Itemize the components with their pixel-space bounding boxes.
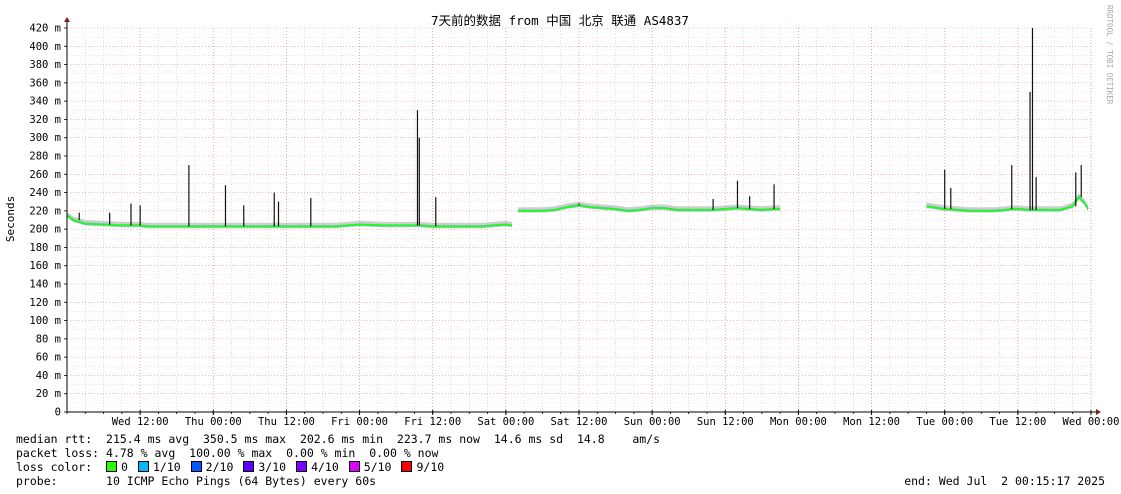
loss-color-swatch [296,461,308,472]
data-lines [66,28,1090,228]
grid [66,27,1092,413]
y-tick-label: 120 m [29,297,61,309]
median-rtt-avg: 215.4 ms avg [106,432,190,446]
y-tick-label: 180 m [29,242,61,254]
legend-probe: probe: 10 ICMP Echo Pings (64 Bytes) eve… [16,474,376,488]
loss-color-label-text: 5/10 [363,460,392,474]
loss-color-swatch [190,461,202,472]
y-tick-label: 40 m [36,370,61,382]
x-tick-label: Sun 12:00 [697,416,754,428]
chart-title: 7天前的数据 from 中国 北京 联通 AS4837 [431,13,689,28]
y-tick-label: 400 m [29,41,61,53]
loss-color-item: 4/10 [296,460,339,474]
loss-color-item: 5/10 [348,460,392,474]
loss-color-item: 3/10 [243,460,286,474]
median-rtt-label: median rtt: [16,432,93,446]
median-rtt-am: 14.8 [576,432,605,446]
y-tick-label: 280 m [29,151,61,163]
median-rtt-now: 223.7 ms now [396,432,480,446]
y-tick-label: 260 m [29,169,61,181]
packet-loss-max: 100.00 % max [189,446,273,460]
latency-chart: Wed 12:00 Thu 00:00 Thu 12:00 Fri 00:00 Fri … [4,5,1120,428]
x-tick-label: Sat 12:00 [551,416,608,428]
x-tick-label: Fri 00:00 [331,416,388,428]
packet-loss-now: 0.00 % now [369,446,439,460]
x-tick-label: Fri 12:00 [404,416,461,428]
packet-loss-min: 0.00 % min [286,446,356,460]
x-axis-arrow [1096,409,1101,415]
rrdtool-watermark: RRDTOOL / TOBI OETIKER [1105,5,1114,105]
y-tick-label: 220 m [29,205,61,217]
median-rtt-max: 350.5 ms max [202,432,287,446]
y-tick-label: 200 m [29,224,61,236]
y-tick-label: 360 m [29,77,61,89]
loss-color-swatch [243,461,255,472]
y-tick-label: 300 m [29,132,61,144]
y-axis-arrow [64,17,70,22]
loss-color-item: 2/10 [190,460,234,474]
median-rtt-sd: 14.6 ms sd [493,432,564,446]
y-tick-label: 340 m [29,96,61,108]
y-tick-label: 240 m [29,187,61,199]
legend-median-rtt: median rtt: 215.4 ms avg 350.5 ms max 20… [16,432,660,446]
x-tick-label: Mon 00:00 [770,416,827,428]
y-tick-label: 320 m [29,114,61,126]
loss-color-label: loss color: [16,460,93,474]
loss-color-label-text: 2/10 [205,460,234,474]
x-tick-label: Tue 00:00 [916,416,973,428]
packet-loss-label: packet loss: [16,446,100,460]
axes [64,17,1101,415]
y-tick-label: 160 m [29,260,61,272]
y-tick-label: 60 m [36,352,61,364]
y-tick-label: 380 m [29,59,61,71]
x-tick-label: Thu 00:00 [185,416,242,428]
y-axis-label: Seconds [4,196,17,242]
loss-color-item: 9/10 [401,460,444,474]
y-tick-label: 20 m [36,388,61,400]
probe-value: 10 ICMP Echo Pings (64 Bytes) every 60s [106,474,377,488]
loss-color-label-text: 9/10 [416,460,445,474]
end-timestamp: end: Wed Jul 2 00:15:17 2025 [904,474,1105,488]
loss-color-label-text: 4/10 [311,460,339,474]
median-rtt-min: 202.6 ms min [299,432,384,446]
x-tick-label: Thu 12:00 [258,416,315,428]
x-tick-label: Wed 12:00 [112,416,169,428]
y-tick-label: 140 m [29,279,61,291]
probe-label: probe: [16,474,58,488]
loss-color-swatch [348,461,360,472]
loss-color-item: 0 [106,460,128,474]
packet-loss-avg: 4.78 % avg [106,446,176,460]
median-rtt-am-unit: am/s [632,432,661,446]
loss-color-swatch [106,461,118,472]
y-tick-label: 420 m [29,23,61,35]
loss-color-list: 0 1/10 2/10 3/10 4/10 5/10 9/10 [106,460,454,474]
loss-color-swatch [401,461,413,472]
loss-color-label-text: 1/10 [152,460,181,474]
legend-packet-loss: packet loss: 4.78 % avg 100.00 % max 0.0… [16,446,438,460]
loss-color-label-text: 3/10 [258,460,287,474]
loss-color-label-text: 0 [121,460,128,474]
legend-loss-color: loss color: 0 1/10 2/10 3/10 4/10 5/10 9/10 [16,460,454,474]
x-tick-label: Sat 00:00 [477,416,534,428]
y-tick-label: 80 m [36,333,61,345]
y-tick-label: 100 m [29,315,61,327]
loss-color-item: 1/10 [137,460,181,474]
y-tick-label: 0 [55,407,61,419]
x-tick-label: Tue 12:00 [989,416,1046,428]
loss-color-swatch [137,461,149,472]
x-tick-label: Sun 00:00 [624,416,681,428]
x-tick-label: Wed 00:00 [1063,416,1120,428]
x-tick-label: Mon 12:00 [843,416,900,428]
